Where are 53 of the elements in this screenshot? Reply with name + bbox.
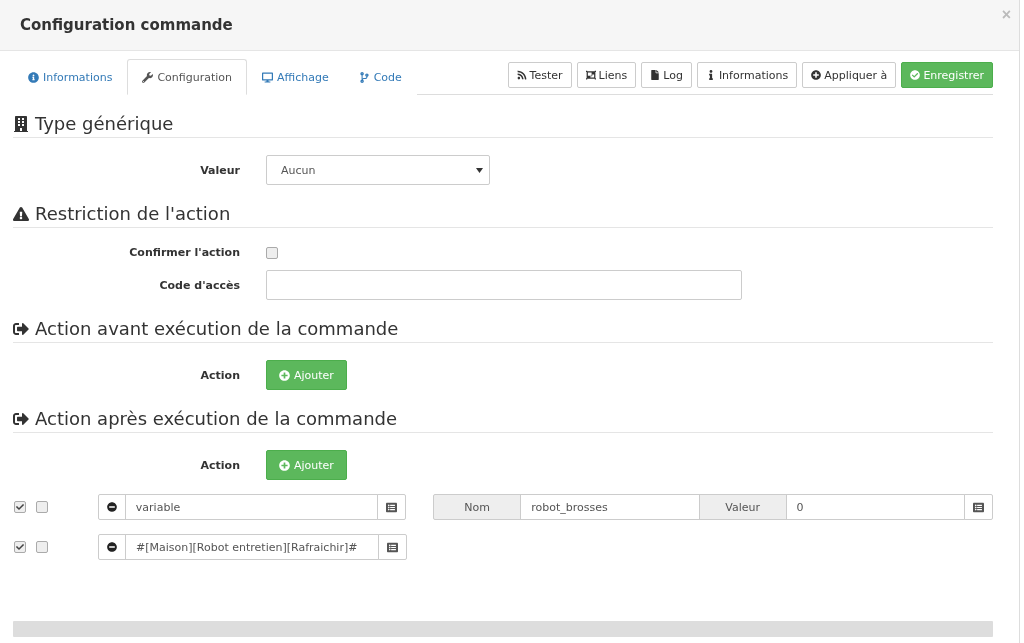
command-input[interactable]: #[Maison][Robot entretien][Rafraichir]# — [125, 534, 379, 560]
field-label: Action — [199, 368, 241, 382]
checkbox[interactable] — [36, 501, 48, 513]
plus-icon — [279, 459, 290, 471]
checkbox[interactable] — [36, 541, 48, 553]
checkbox[interactable] — [266, 246, 278, 259]
option-input[interactable]: 0 — [785, 494, 966, 520]
minus-icon — [106, 502, 117, 512]
exit-icon — [13, 410, 29, 427]
rss-icon — [516, 70, 527, 80]
monitor-icon — [262, 71, 273, 83]
toolbar-button[interactable]: Liens — [576, 62, 637, 88]
branch-icon — [358, 71, 370, 83]
file-icon — [650, 70, 661, 80]
exit-icon — [13, 320, 29, 337]
toolbar-button[interactable]: Log — [641, 62, 692, 88]
command-input[interactable]: variable — [124, 494, 379, 520]
input-field[interactable] — [266, 270, 742, 300]
toolbar-button[interactable]: Appliquer à — [802, 62, 897, 88]
info-icon — [28, 71, 39, 83]
checkbox[interactable] — [14, 501, 26, 513]
checkbox[interactable] — [14, 541, 26, 553]
option-label: Valeur — [698, 494, 787, 520]
list-icon[interactable] — [377, 494, 407, 520]
remove-button[interactable] — [97, 494, 126, 520]
scrollbar[interactable] — [13, 621, 993, 637]
check-icon — [910, 70, 921, 80]
tab[interactable]: Configuration — [127, 59, 247, 95]
list-icon[interactable] — [378, 534, 407, 560]
section-heading: Type générique — [13, 113, 993, 138]
option-input[interactable]: robot_brosses — [520, 494, 700, 520]
caret-icon — [476, 167, 483, 173]
section-heading: Action avant exécution de la commande — [13, 318, 993, 343]
field-label: Valeur — [199, 163, 241, 177]
warning-icon — [13, 205, 29, 222]
building-icon — [13, 115, 29, 132]
option-label: Nom — [433, 494, 522, 520]
remove-button[interactable] — [98, 534, 126, 560]
field-label: Action — [199, 458, 241, 472]
plus-icon — [811, 70, 822, 80]
toolbar-button[interactable]: Tester — [507, 62, 572, 88]
section-heading: Action après exécution de la commande — [13, 408, 993, 433]
list-icon[interactable] — [964, 494, 994, 520]
field-label: Confirmer l'action — [128, 246, 241, 259]
links-icon — [585, 70, 596, 80]
minus-icon — [107, 542, 117, 552]
section-heading: Restriction de l'action — [13, 203, 993, 228]
window-title: Configuration commande — [20, 16, 233, 34]
field-label: Code d'accès — [158, 278, 241, 292]
select-field[interactable]: Aucun — [266, 155, 490, 185]
toolbar-button[interactable]: Informations — [696, 62, 798, 88]
wrench-icon — [142, 71, 154, 83]
plus-icon — [279, 369, 290, 381]
